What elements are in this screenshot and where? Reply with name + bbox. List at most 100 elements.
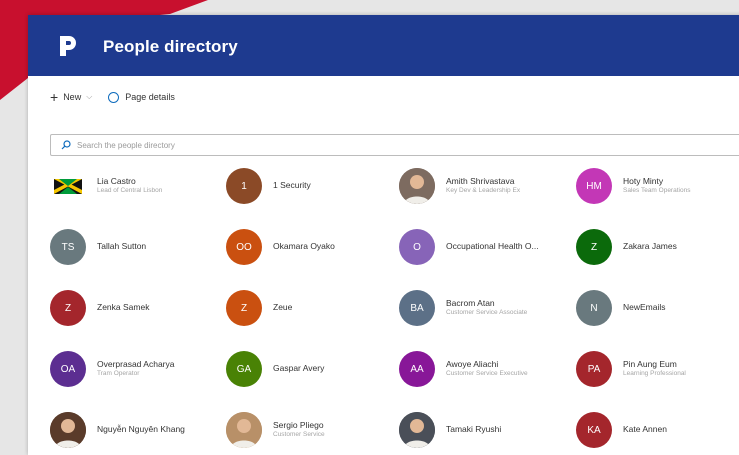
- person-role: Customer Service Associate: [446, 309, 528, 317]
- person-text: Kate Annen: [623, 424, 667, 435]
- person-name: Hoty Minty: [623, 176, 664, 187]
- person-name: Okamara Oyako: [273, 241, 335, 252]
- person-card[interactable]: HM Hoty Minty Sales Team Operations: [576, 167, 739, 205]
- person-card[interactable]: BA Bacrom Atan Customer Service Associate: [399, 289, 574, 327]
- avatar: Z: [226, 290, 262, 326]
- avatar: GA: [226, 351, 262, 387]
- avatar: OA: [50, 351, 86, 387]
- person-card[interactable]: OA Overprasad Acharya Tram Operator: [50, 350, 225, 388]
- person-text: Overprasad Acharya Tram Operator: [97, 359, 175, 378]
- page-details-button[interactable]: Page details: [92, 91, 175, 103]
- avatar: [50, 168, 86, 204]
- person-text: NewEmails: [623, 302, 666, 313]
- person-text: Okamara Oyako: [273, 241, 335, 252]
- person-text: Bacrom Atan Customer Service Associate: [446, 298, 528, 317]
- person-name: Amith Shrivastava: [446, 176, 515, 187]
- person-role: Customer Service Executive: [446, 370, 528, 378]
- person-card[interactable]: Lia Castro Lead of Central Lisbon: [50, 167, 225, 205]
- person-name: Lia Castro: [97, 176, 136, 187]
- person-name: Zenka Samek: [97, 302, 150, 313]
- person-text: Nguyễn Nguyên Khang: [97, 424, 185, 435]
- avatar: O: [399, 229, 435, 265]
- person-card[interactable]: 1 1 Security: [226, 167, 401, 205]
- person-card[interactable]: GA Gaspar Avery: [226, 350, 401, 388]
- person-role: Sales Team Operations: [623, 187, 691, 195]
- person-text: Tamaki Ryushi: [446, 424, 502, 435]
- avatar: Z: [50, 290, 86, 326]
- search-input[interactable]: [75, 139, 679, 151]
- person-name: Pin Aung Eum: [623, 359, 677, 370]
- app-logo-icon[interactable]: [56, 34, 80, 58]
- search-box[interactable]: [50, 134, 739, 156]
- person-role: Tram Operator: [97, 370, 140, 378]
- person-text: Amith Shrivastava Key Dev & Leadership Ex: [446, 176, 521, 195]
- person-text: Awoye Aliachi Customer Service Executive: [446, 359, 528, 378]
- avatar: AA: [399, 351, 435, 387]
- person-name: Kate Annen: [623, 424, 667, 435]
- person-card[interactable]: PA Pin Aung Eum Learning Professional: [576, 350, 739, 388]
- gear-icon: [108, 91, 120, 103]
- search-icon: [61, 140, 71, 150]
- person-text: Lia Castro Lead of Central Lisbon: [97, 176, 163, 195]
- new-label: New: [63, 92, 82, 102]
- person-role: Learning Professional: [623, 370, 686, 378]
- plus-icon: +: [50, 89, 59, 105]
- person-name: Zeue: [273, 302, 293, 313]
- person-card[interactable]: N NewEmails: [576, 289, 739, 327]
- page-title: People directory: [103, 37, 238, 56]
- person-name: NewEmails: [623, 302, 666, 313]
- person-name: Tamaki Ryushi: [446, 424, 502, 435]
- person-text: Zeue: [273, 302, 293, 313]
- person-name: Nguyễn Nguyên Khang: [97, 424, 185, 435]
- person-text: 1 Security: [273, 180, 311, 191]
- new-button[interactable]: + New ⌵: [50, 90, 92, 104]
- person-role: Customer Service: [273, 431, 325, 439]
- person-name: Bacrom Atan: [446, 298, 495, 309]
- avatar: 1: [226, 168, 262, 204]
- person-name: Awoye Aliachi: [446, 359, 499, 370]
- avatar: [399, 412, 435, 448]
- avatar: BA: [399, 290, 435, 326]
- avatar: TS: [50, 229, 86, 265]
- person-text: Tallah Sutton: [97, 241, 147, 252]
- person-text: Occupational Health O...: [446, 241, 539, 252]
- person-role: Key Dev & Leadership Ex: [446, 187, 521, 195]
- person-card[interactable]: Amith Shrivastava Key Dev & Leadership Ex: [399, 167, 574, 205]
- person-card[interactable]: Z Zenka Samek: [50, 289, 225, 327]
- avatar: [226, 412, 262, 448]
- person-role: Lead of Central Lisbon: [97, 187, 163, 195]
- person-name: Overprasad Acharya: [97, 359, 175, 370]
- people-directory-window: People directory + New ⌵ Page details Li…: [28, 15, 739, 455]
- person-text: Pin Aung Eum Learning Professional: [623, 359, 686, 378]
- person-name: Sergio Pliego: [273, 420, 324, 431]
- person-card[interactable]: Nguyễn Nguyên Khang: [50, 411, 225, 449]
- avatar: HM: [576, 168, 612, 204]
- person-card[interactable]: Tamaki Ryushi: [399, 411, 574, 449]
- person-card[interactable]: Z Zeue: [226, 289, 401, 327]
- person-text: Sergio Pliego Customer Service: [273, 420, 325, 439]
- person-text: Zakara James: [623, 241, 677, 252]
- command-bar: + New ⌵ Page details: [50, 87, 175, 107]
- avatar: OO: [226, 229, 262, 265]
- app-header: People directory: [28, 15, 739, 76]
- avatar: [399, 168, 435, 204]
- person-text: Gaspar Avery: [273, 363, 325, 374]
- avatar: Z: [576, 229, 612, 265]
- person-card[interactable]: Z Zakara James: [576, 228, 739, 266]
- person-text: Hoty Minty Sales Team Operations: [623, 176, 691, 195]
- person-name: Occupational Health O...: [446, 241, 539, 252]
- page-details-label: Page details: [125, 92, 175, 102]
- avatar: [50, 412, 86, 448]
- person-card[interactable]: O Occupational Health O...: [399, 228, 574, 266]
- avatar: PA: [576, 351, 612, 387]
- person-card[interactable]: AA Awoye Aliachi Customer Service Executiv…: [399, 350, 574, 388]
- person-name: Gaspar Avery: [273, 363, 325, 374]
- person-name: Tallah Sutton: [97, 241, 147, 252]
- person-text: Zenka Samek: [97, 302, 150, 313]
- avatar: N: [576, 290, 612, 326]
- person-card[interactable]: Sergio Pliego Customer Service: [226, 411, 401, 449]
- person-card[interactable]: TS Tallah Sutton: [50, 228, 225, 266]
- avatar: KA: [576, 412, 612, 448]
- person-card[interactable]: OO Okamara Oyako: [226, 228, 401, 266]
- person-card[interactable]: KA Kate Annen: [576, 411, 739, 449]
